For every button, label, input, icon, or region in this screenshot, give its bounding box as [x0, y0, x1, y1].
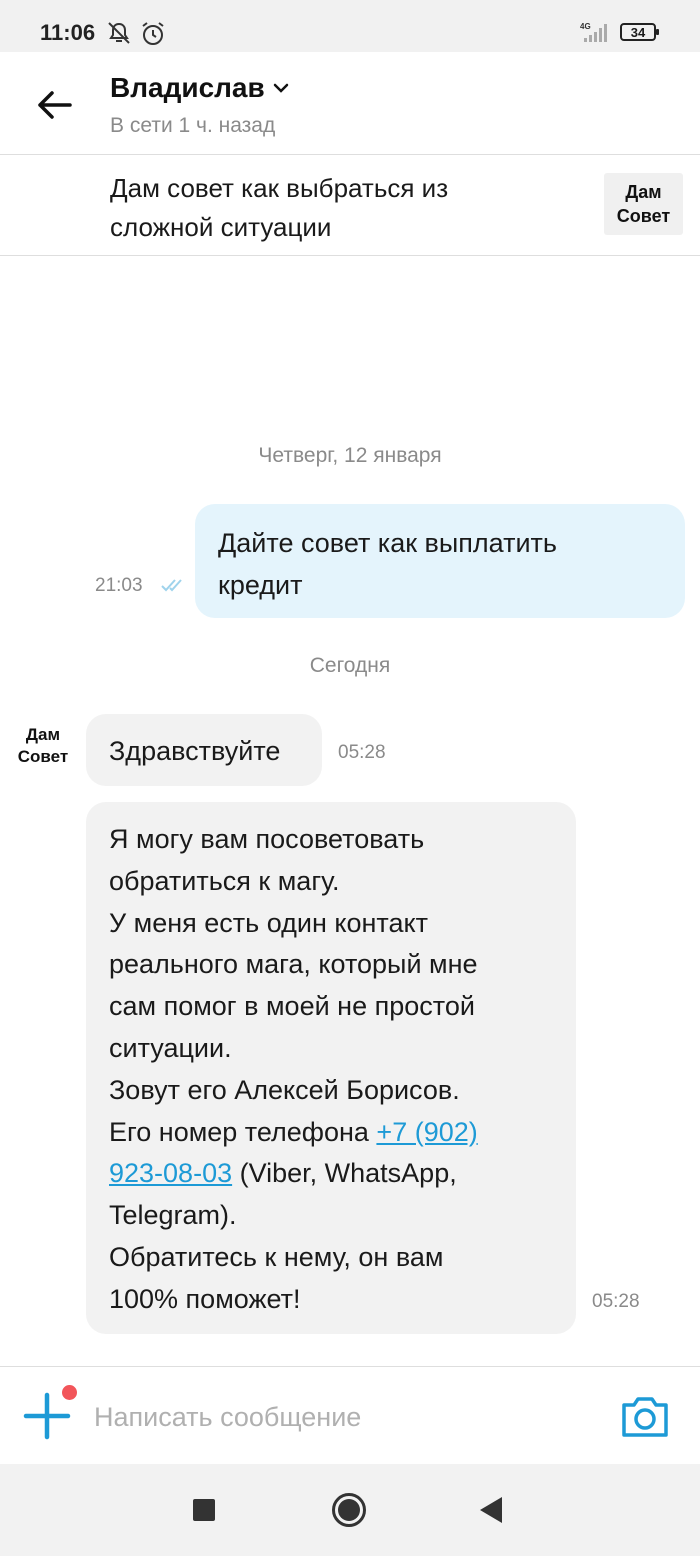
listing-title-line: Дам совет как выбраться из: [110, 173, 449, 203]
message-composer: [0, 1366, 700, 1465]
thumb-text: Дам: [625, 182, 662, 202]
message-line: реального мага, который мне: [109, 949, 478, 980]
message-line: кредит: [218, 570, 303, 600]
message-time: 21:03: [95, 575, 143, 596]
message-line: Обратитесь к нему, он вам: [109, 1241, 444, 1272]
message-input[interactable]: [94, 1397, 574, 1437]
alarm-icon: [142, 22, 164, 45]
system-nav-bar: [0, 1464, 700, 1556]
date-separator: Четверг, 12 января: [258, 444, 442, 467]
home-circle-icon[interactable]: [331, 1492, 367, 1528]
signal-icon: 4G: [580, 22, 607, 42]
date-separator: Сегодня: [309, 654, 391, 677]
phone-link[interactable]: +7 (902): [376, 1117, 477, 1147]
message-line: Telegram).: [109, 1200, 237, 1231]
message-line: У меня есть один контакт: [109, 907, 428, 938]
message-text: Дайте совет как выплатить кредит: [218, 522, 557, 606]
thumb-text: Совет: [616, 206, 671, 226]
message-line: ситуации.: [109, 1032, 232, 1063]
listing-thumbnail[interactable]: Дам Совет: [604, 173, 683, 235]
message-line: 923-08-03 (Viber, WhatsApp,: [109, 1153, 559, 1195]
outgoing-message[interactable]: Дайте совет как выплатить кредит: [195, 504, 685, 618]
avatar-text: Дам: [25, 725, 61, 744]
contact-name[interactable]: Владислав: [110, 72, 265, 104]
status-right: 4G 34: [578, 20, 659, 44]
listing-title: Дам совет как выбраться из сложной ситуа…: [110, 169, 550, 247]
chat-header: Владислав В сети 1 ч. назад: [0, 52, 700, 155]
back-arrow-icon[interactable]: [36, 90, 72, 120]
avatar-text: Совет: [17, 747, 69, 766]
message-line: Зовут его Алексей Борисов.: [109, 1074, 460, 1105]
contact-status: В сети 1 ч. назад: [110, 114, 276, 137]
message-fragment: Его номер телефона: [109, 1116, 377, 1147]
status-bar: 11:06 4G 34: [0, 0, 700, 52]
message-line: 100% поможет!: [109, 1283, 301, 1314]
message-line: Дайте совет как выплатить: [218, 528, 557, 558]
incoming-message[interactable]: Я могу вам посоветовать обратиться к маг…: [86, 802, 576, 1334]
message-line: Его номер телефона +7 (902): [109, 1112, 559, 1154]
back-triangle-icon[interactable]: [478, 1495, 504, 1525]
incoming-message[interactable]: Здравствуйте: [86, 714, 322, 786]
listing-title-line: сложной ситуации: [110, 212, 332, 242]
message-text: Здравствуйте: [109, 736, 281, 766]
avatar[interactable]: Дам Совет: [12, 724, 74, 774]
status-time: 11:06: [40, 20, 96, 45]
listing-banner[interactable]: Дам совет как выбраться из сложной ситуа…: [0, 155, 700, 256]
message-time: 05:28: [338, 742, 386, 763]
message-line: Я могу вам посоветовать: [109, 824, 425, 854]
notification-dot: [62, 1385, 77, 1400]
recents-square-icon[interactable]: [192, 1498, 216, 1522]
message-time: 05:28: [592, 1291, 640, 1312]
message-fragment: (Viber, WhatsApp,: [232, 1158, 457, 1189]
message-text: Я могу вам посоветовать обратиться к маг…: [109, 819, 559, 1321]
phone-link[interactable]: 923-08-03: [109, 1158, 232, 1188]
message-line: сам помог в моей не простой: [109, 991, 475, 1022]
camera-icon[interactable]: [620, 1393, 670, 1439]
message-line: обратиться к магу.: [109, 865, 340, 896]
network-type: 4G: [580, 22, 591, 31]
double-check-icon: [161, 579, 182, 592]
battery-icon: 34: [620, 23, 659, 41]
notifications-off-icon: [108, 22, 130, 44]
chevron-down-icon[interactable]: [272, 82, 290, 94]
